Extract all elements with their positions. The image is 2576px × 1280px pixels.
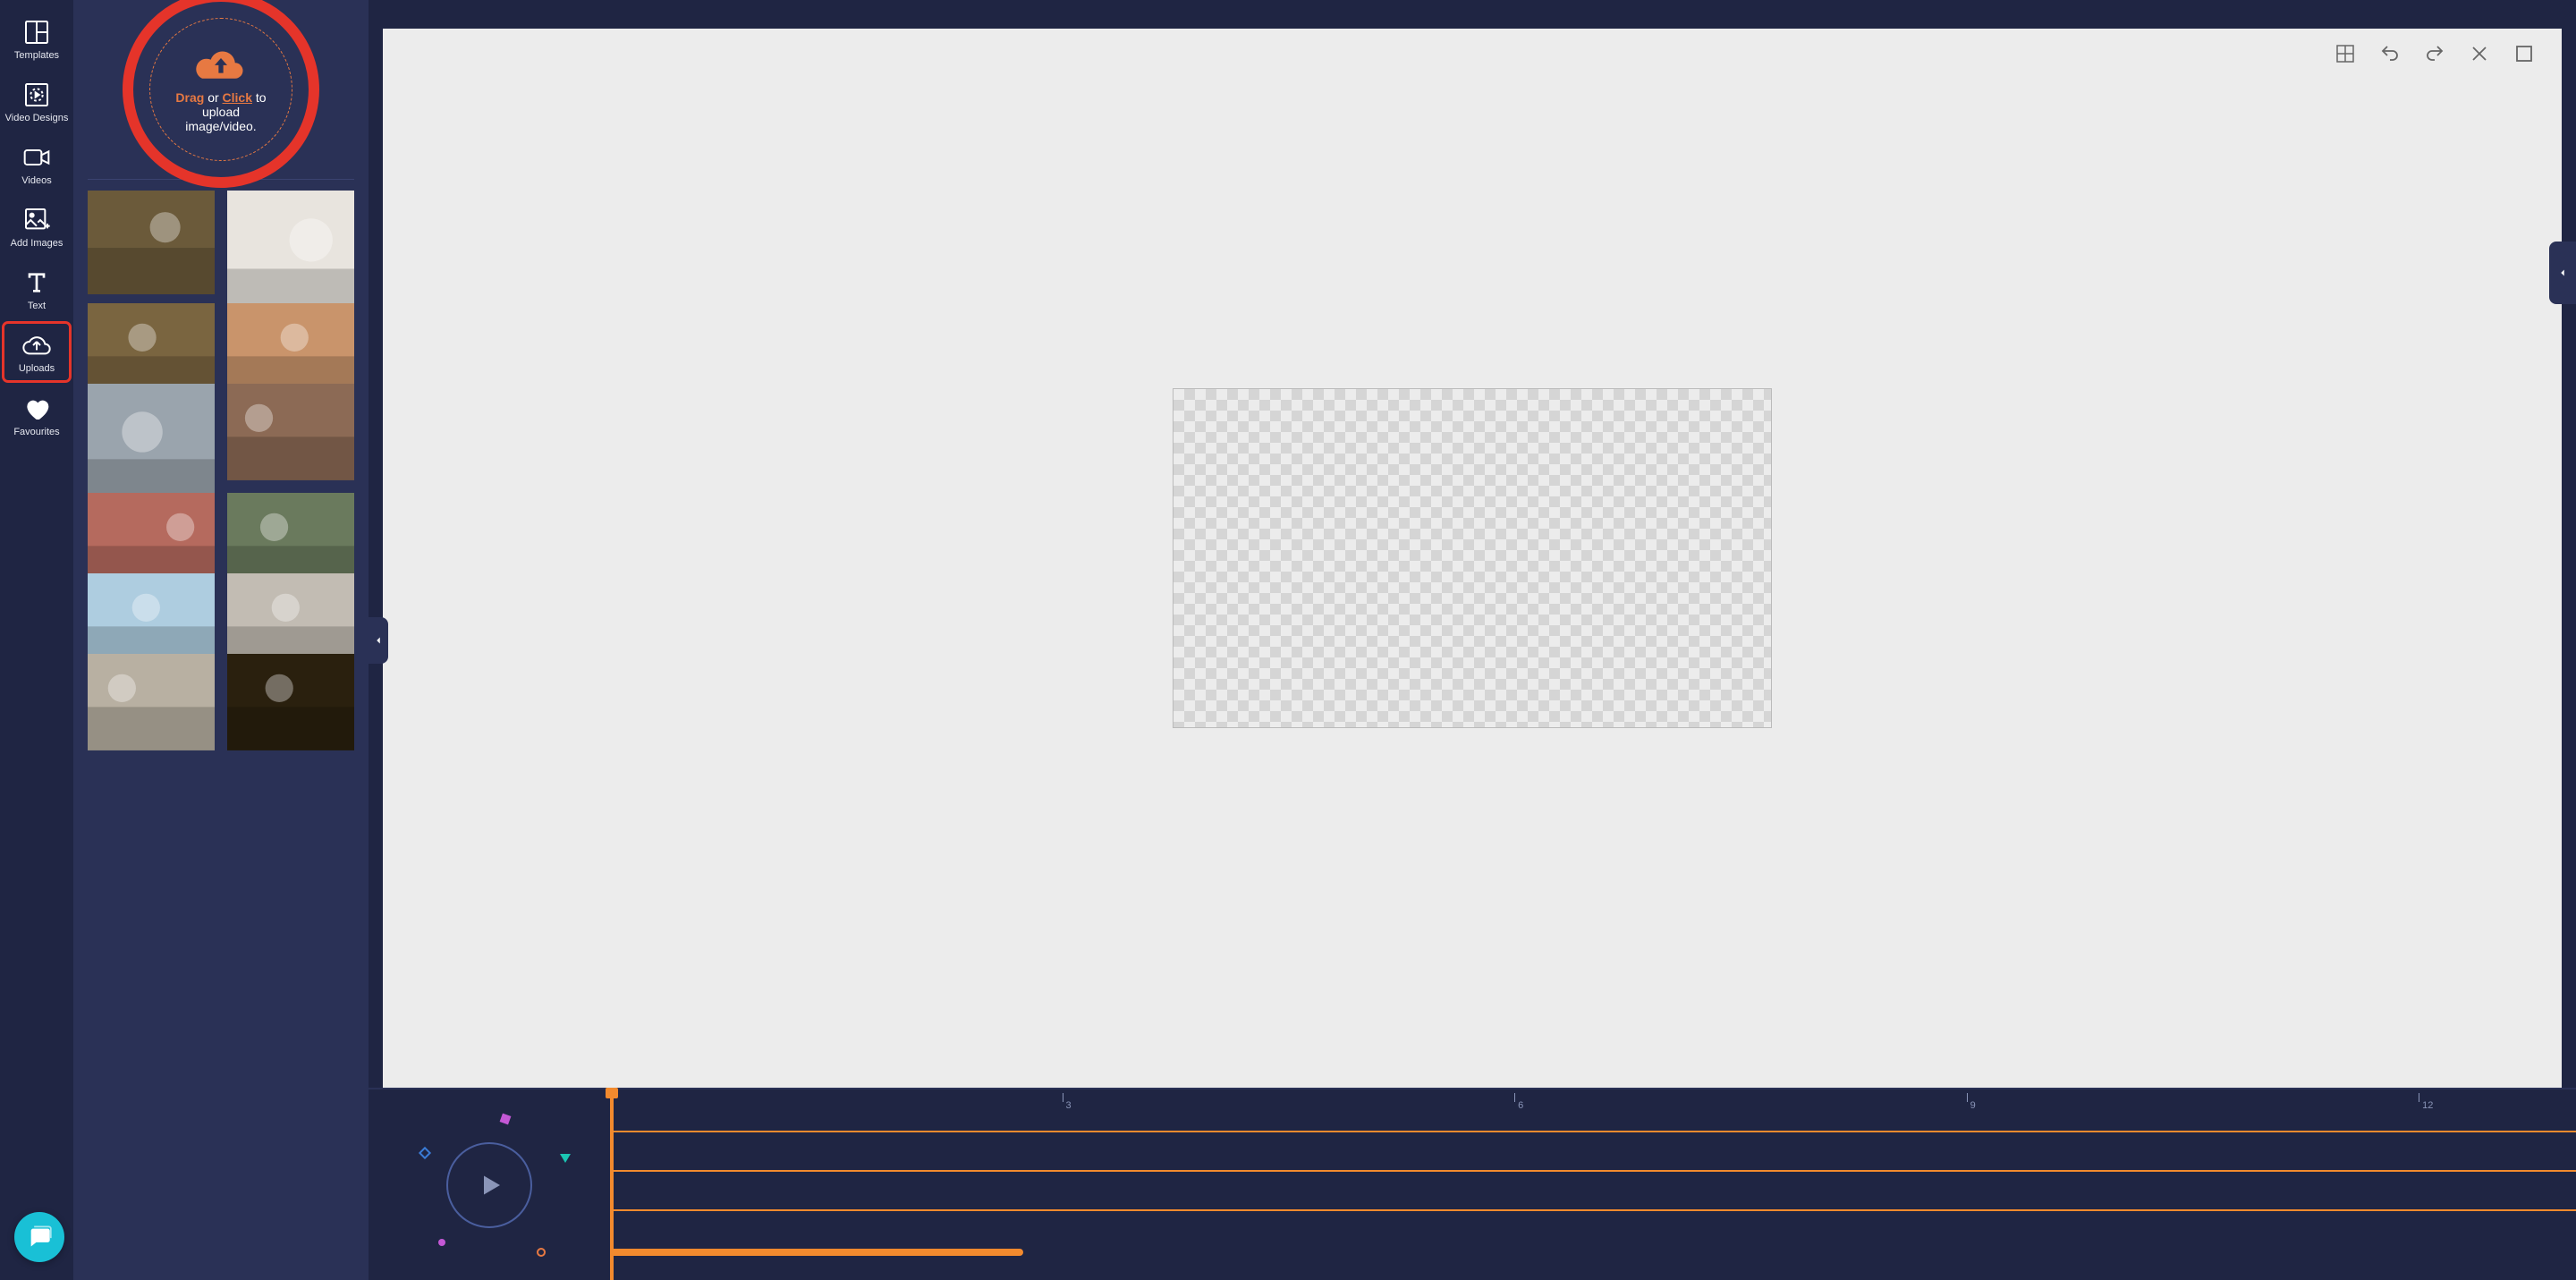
close-button[interactable]	[2469, 43, 2490, 64]
artboard[interactable]	[1173, 388, 1772, 728]
timeline-track[interactable]	[610, 1231, 2576, 1270]
main-area: 3 6 9 12	[369, 0, 2576, 1280]
rail-videos[interactable]: Videos	[4, 136, 69, 191]
timeline: 3 6 9 12	[369, 1088, 2576, 1280]
upload-thumbnail[interactable]	[88, 493, 215, 561]
canvas-wrap	[383, 29, 2562, 1088]
rail-video-designs[interactable]: Video Designs	[4, 73, 69, 129]
upload-thumbnail[interactable]	[227, 573, 354, 641]
upload-drag-text: Drag	[175, 90, 204, 105]
timeline-tracks[interactable]: 3 6 9 12	[610, 1089, 2576, 1280]
upload-thumbnail[interactable]	[227, 493, 354, 561]
canvas-toolbar	[2334, 43, 2535, 64]
ruler-tick: 6	[1514, 1093, 1523, 1111]
rail-text[interactable]: Text	[4, 261, 69, 317]
rail-label: Favourites	[13, 427, 59, 437]
rail-add-images[interactable]: Add Images	[4, 199, 69, 254]
play-button[interactable]	[446, 1142, 532, 1228]
upload-thumbnail[interactable]	[227, 191, 354, 291]
redo-button[interactable]	[2424, 43, 2445, 64]
timeline-clip[interactable]	[610, 1131, 2576, 1132]
confetti-icon	[419, 1147, 431, 1159]
left-rail: Templates Video Designs Videos Add Image…	[0, 0, 73, 1280]
chat-button[interactable]	[14, 1212, 64, 1262]
upload-thumbnails-grid	[73, 191, 369, 1280]
upload-dropzone[interactable]: Drag or Click to upload image/video.	[149, 18, 292, 161]
confetti-icon	[500, 1114, 512, 1125]
rail-favourites[interactable]: Favourites	[4, 387, 69, 443]
timeline-track[interactable]	[610, 1152, 2576, 1191]
upload-thumbnail[interactable]	[88, 573, 215, 641]
upload-click-link[interactable]: Click	[223, 90, 252, 105]
rail-label: Templates	[14, 50, 59, 61]
upload-line3: image/video.	[185, 119, 256, 133]
timeline-clip[interactable]	[610, 1170, 2576, 1172]
upload-thumbnail[interactable]	[227, 303, 354, 371]
timeline-clip[interactable]	[610, 1209, 2576, 1211]
grid-toggle[interactable]	[2334, 43, 2356, 64]
upload-thumbnail[interactable]	[88, 384, 215, 480]
fullscreen-button[interactable]	[2513, 43, 2535, 64]
confetti-icon	[560, 1154, 571, 1163]
right-panel-expand[interactable]	[2549, 242, 2576, 304]
timeline-clip[interactable]	[610, 1249, 1023, 1256]
panel-collapse-button[interactable]	[369, 617, 388, 664]
rail-label: Videos	[21, 175, 51, 186]
ruler-tick: 9	[1967, 1093, 1976, 1111]
rail-label: Video Designs	[5, 113, 69, 123]
upload-thumbnail[interactable]	[227, 384, 354, 452]
timeline-track[interactable]	[610, 1191, 2576, 1231]
ruler-tick: 3	[1063, 1093, 1072, 1111]
rail-label: Add Images	[11, 238, 64, 249]
upload-thumbnail[interactable]	[227, 654, 354, 722]
upload-line2: upload	[202, 105, 240, 119]
confetti-icon	[438, 1239, 445, 1246]
playhead[interactable]	[610, 1089, 614, 1280]
ruler-tick: 12	[2419, 1093, 2433, 1111]
timeline-ruler: 3 6 9 12	[610, 1093, 2576, 1113]
rail-label: Text	[28, 301, 46, 311]
timeline-track[interactable]	[610, 1113, 2576, 1152]
upload-thumbnail[interactable]	[88, 191, 215, 264]
undo-button[interactable]	[2379, 43, 2401, 64]
rail-uploads[interactable]: Uploads	[4, 324, 69, 379]
rail-templates[interactable]: Templates	[4, 11, 69, 66]
cloud-upload-icon	[196, 47, 246, 85]
play-zone	[369, 1089, 610, 1280]
upload-thumbnail[interactable]	[88, 303, 215, 371]
uploads-panel: Drag or Click to upload image/video.	[73, 0, 369, 1280]
confetti-icon	[537, 1248, 546, 1257]
upload-thumbnail[interactable]	[88, 654, 215, 722]
rail-label: Uploads	[19, 363, 55, 374]
